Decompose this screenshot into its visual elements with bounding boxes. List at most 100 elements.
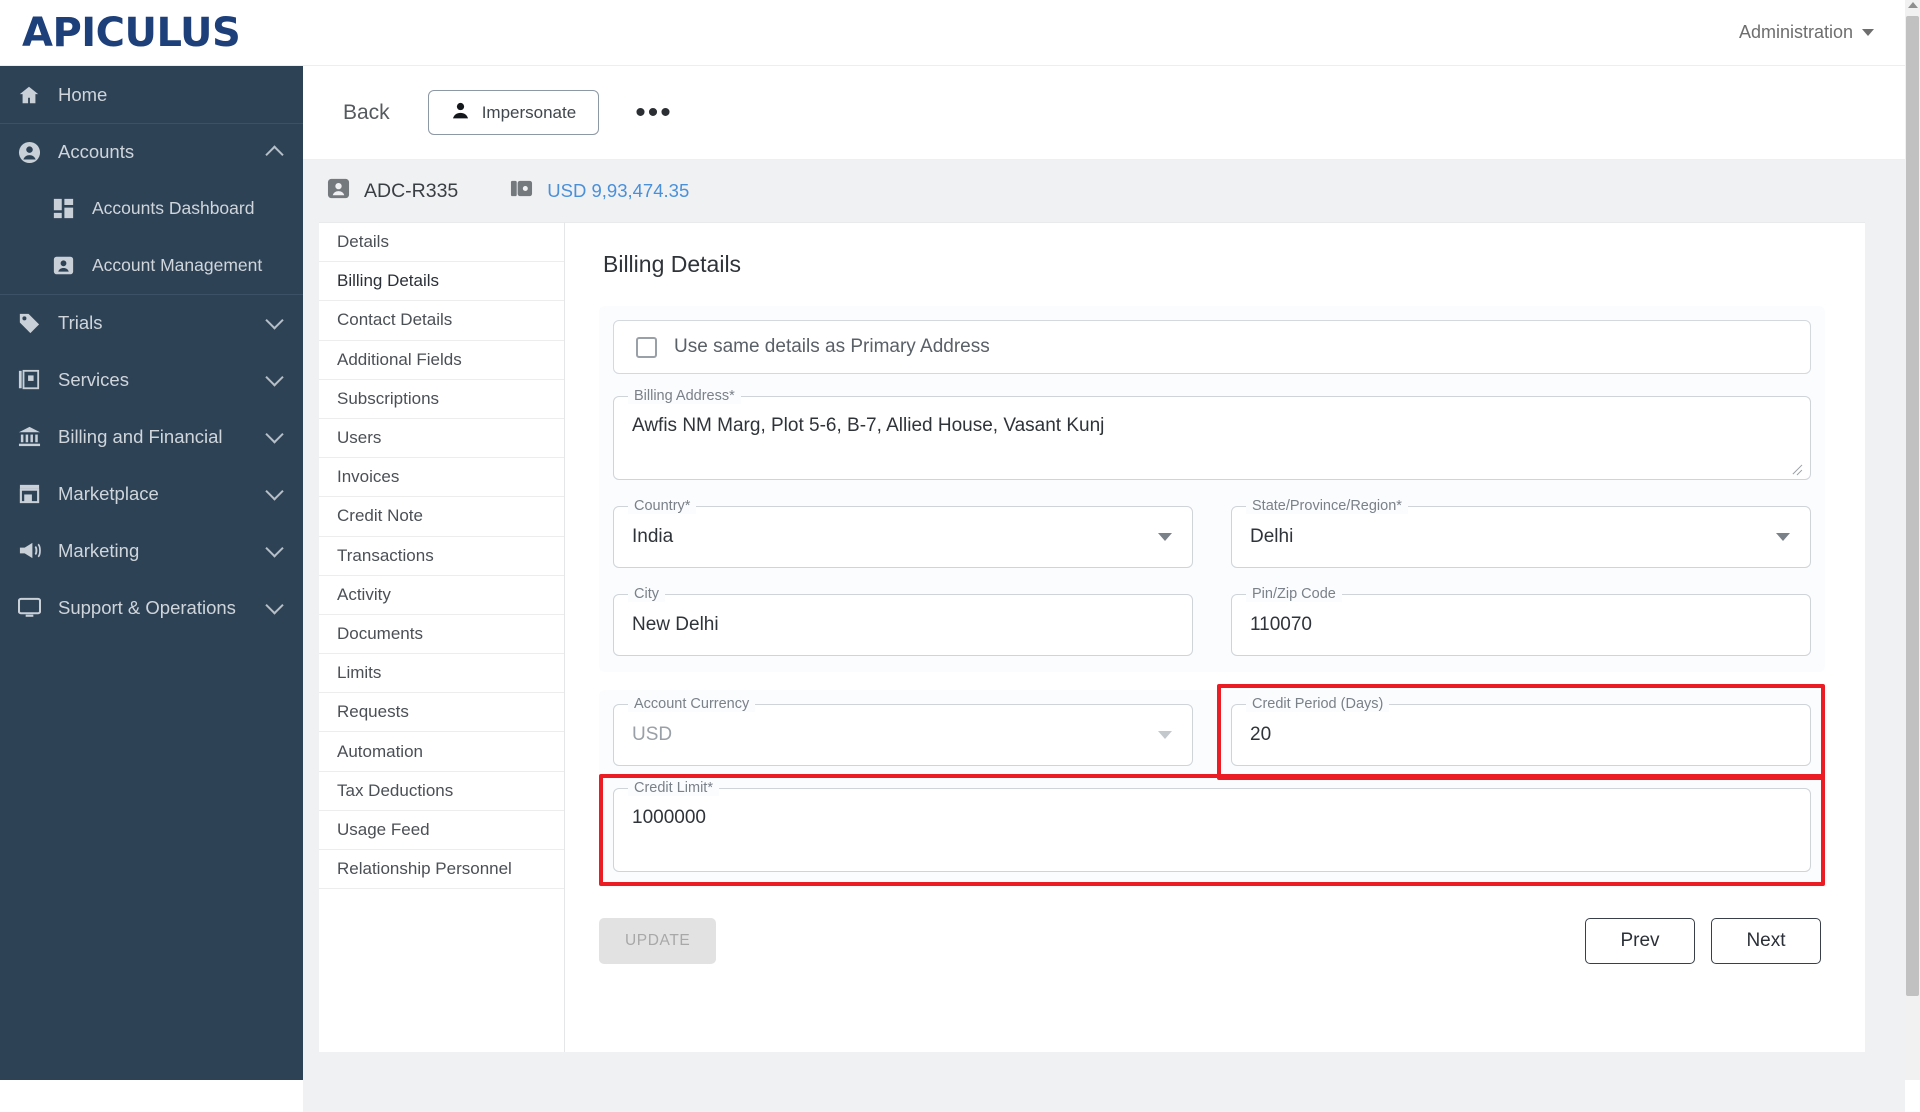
credit-limit-input[interactable]: Credit Limit* 1000000 [613,780,1811,872]
user-card-icon [327,177,350,205]
impersonate-button-label: Impersonate [481,102,577,122]
state-value: Delhi [1250,526,1294,547]
sidebar-item-trials[interactable]: Trials [0,294,303,351]
chevron-up-icon [265,145,284,164]
impersonate-button[interactable]: Impersonate [427,90,600,135]
user-circle-icon [14,139,44,165]
pin-zip-value: 110070 [1250,614,1312,635]
city-input[interactable]: City New Delhi [613,586,1193,656]
tab-requests[interactable]: Requests [319,693,564,733]
sidebar-item-home[interactable]: Home [0,66,303,123]
credit-group: Account Currency USD Credit Period (Days… [599,684,1825,888]
sidebar-item-marketplace[interactable]: Marketplace [0,465,303,522]
billing-address-field[interactable]: Billing Address* Awfis NM Marg, Plot 5-6… [613,388,1811,480]
state-select[interactable]: State/Province/Region* Delhi [1231,498,1811,568]
credit-period-input[interactable]: Credit Period (Days) 20 [1231,696,1811,766]
sidebar-item-label: Marketplace [58,482,159,504]
dashboard-grid-icon [48,196,78,222]
chevron-down-icon [265,311,284,330]
billing-details-panel: Billing Details Use same details as Prim… [565,222,1865,1052]
sidebar-item-label: Support & Operations [58,596,236,618]
resize-handle-icon[interactable] [1791,461,1804,474]
layers-icon [14,367,44,393]
chevron-down-icon [265,538,284,558]
credit-limit-label: Credit Limit* [628,780,719,796]
use-same-as-primary-row[interactable]: Use same details as Primary Address [613,320,1811,374]
app-logo: APICULUS [22,9,241,56]
chevron-down-icon [1862,29,1874,36]
panel-footer: UPDATE Prev Next [599,918,1825,964]
checkbox-icon[interactable] [636,336,657,358]
sidebar-item-label: Services [58,368,129,390]
sidebar-item-label: Marketing [58,539,140,561]
tab-subscriptions[interactable]: Subscriptions [319,380,564,419]
tab-relationship-personnel[interactable]: Relationship Personnel [319,850,564,890]
account-currency-value: USD [632,724,673,745]
country-select[interactable]: Country* India [613,498,1193,568]
sidebar-item-accounts[interactable]: Accounts [0,123,303,180]
use-same-as-primary-label: Use same details as Primary Address [674,336,990,357]
tab-billing-details[interactable]: Billing Details [319,262,564,302]
account-currency-label: Account Currency [628,696,756,712]
prev-button[interactable]: Prev [1585,918,1695,964]
sidebar-item-label: Accounts Dashboard [92,198,255,218]
chevron-down-icon [265,367,284,387]
sidebar-item-billing-and-financial[interactable]: Billing and Financial [0,408,303,465]
tab-contact-details[interactable]: Contact Details [319,301,564,341]
account-id-item: ADC-R335 [327,177,458,205]
tab-details[interactable]: Details [319,223,564,263]
tab-tax-deductions[interactable]: Tax Deductions [319,772,564,811]
page-title: Billing Details [603,251,742,277]
address-group: Use same details as Primary Address Bill… [599,306,1825,672]
chevron-down-icon [265,481,284,501]
tab-activity[interactable]: Activity [319,576,564,615]
sidebar-item-label: Account Management [92,255,263,275]
chevron-down-icon [265,424,284,444]
administration-menu-label: Administration [1738,22,1853,42]
chevron-down-icon[interactable] [1158,533,1172,541]
credit-period-value: 20 [1250,724,1272,745]
sidebar-item-accounts-dashboard[interactable]: Accounts Dashboard [0,180,303,237]
sidebar-item-account-management[interactable]: Account Management [0,237,303,294]
back-button[interactable]: Back [331,95,402,131]
megaphone-icon [14,538,44,564]
sidebar-item-services[interactable]: Services [0,351,303,408]
tab-automation[interactable]: Automation [319,732,564,772]
next-button[interactable]: Next [1711,918,1821,964]
more-options-button[interactable]: ••• [629,94,679,132]
account-summary-strip: ADC-R335 USD 9,93,474.35 [303,160,1905,222]
bank-icon [14,424,44,450]
account-balance-item[interactable]: USD 9,93,474.35 [510,177,689,205]
tab-invoices[interactable]: Invoices [319,458,564,498]
person-icon [451,101,470,125]
scrollbar-thumb[interactable] [1906,16,1919,996]
scroll-up-arrow-icon[interactable] [1908,2,1918,8]
tab-documents[interactable]: Documents [319,615,564,655]
tab-users[interactable]: Users [319,419,564,459]
credit-period-label: Credit Period (Days) [1246,696,1390,712]
store-icon [14,481,44,507]
chevron-down-icon [1158,731,1172,739]
sidebar-item-label: Home [58,83,108,105]
sidebar-item-label: Trials [58,312,103,333]
administration-menu[interactable]: Administration [1739,22,1874,43]
page-scrollbar[interactable] [1905,0,1920,1080]
tab-transactions[interactable]: Transactions [319,537,564,576]
account-currency-select: Account Currency USD [613,696,1193,766]
chevron-down-icon[interactable] [1776,533,1790,541]
sidebar-item-support-and-operations[interactable]: Support & Operations [0,579,303,636]
tab-credit-note[interactable]: Credit Note [319,497,564,537]
billing-address-label: Billing Address* [628,388,741,404]
tag-icon [14,310,44,336]
tab-limits[interactable]: Limits [319,654,564,694]
content-area: Details Billing Details Contact Details … [303,222,1905,1112]
update-button[interactable]: UPDATE [599,918,717,964]
tab-usage-feed[interactable]: Usage Feed [319,811,564,850]
tab-additional-fields[interactable]: Additional Fields [319,341,564,380]
pin-zip-input[interactable]: Pin/Zip Code 110070 [1231,586,1811,656]
sidebar-item-marketing[interactable]: Marketing [0,522,303,579]
country-label: Country* [628,498,697,514]
chevron-down-icon [265,595,284,615]
pin-zip-label: Pin/Zip Code [1246,586,1342,602]
account-id-value: ADC-R335 [364,179,459,202]
